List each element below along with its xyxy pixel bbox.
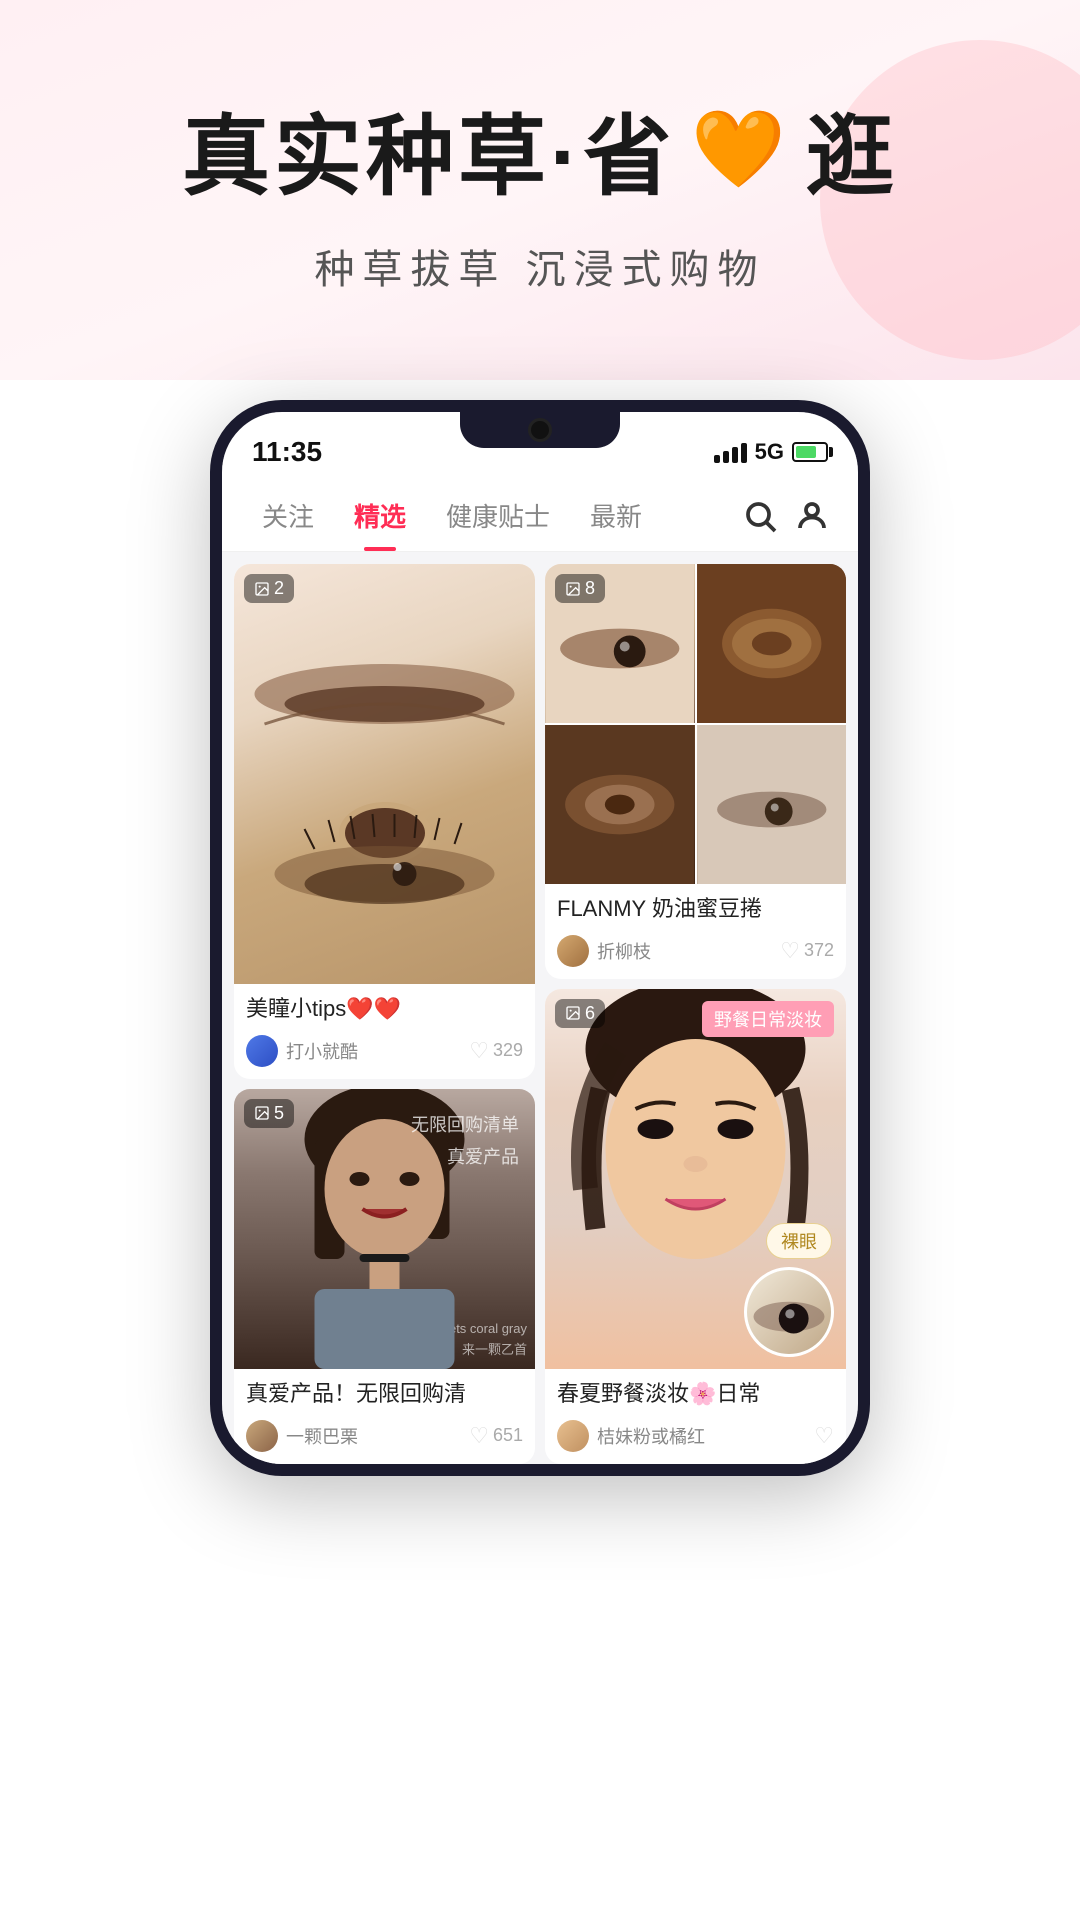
eye-preview-svg bbox=[747, 1270, 831, 1354]
hero-title-text2: 逛 bbox=[806, 86, 898, 213]
image-icon bbox=[254, 581, 270, 597]
image-count-flanmy: 8 bbox=[555, 574, 605, 603]
username-flanmy: 折柳枝 bbox=[597, 938, 772, 964]
image-text-overlay: 无限回购清单 真爱产品 bbox=[411, 1109, 519, 1174]
signal-bar-3 bbox=[732, 447, 738, 463]
card-eye-tips-footer: 打小就酷 ♡ 329 bbox=[246, 1035, 523, 1067]
network-label: 5G bbox=[755, 439, 784, 465]
likes-eye-tips: ♡ 329 bbox=[469, 1038, 523, 1064]
image-icon-2 bbox=[254, 1105, 270, 1121]
naked-eye-tag: 裸眼 bbox=[766, 1223, 832, 1259]
card-eye-tips-info: 美瞳小tips❤️❤️ 打小就酷 ♡ 329 bbox=[234, 984, 535, 1079]
signal-bar-2 bbox=[723, 451, 729, 463]
hero-heart-emoji: 🧡 bbox=[691, 104, 790, 194]
card-spring-makeup[interactable]: 野餐日常淡妆 裸眼 bbox=[545, 989, 846, 1464]
card-eye-tips-image: 2 bbox=[234, 564, 535, 984]
right-column: 8 FLANMY 奶油蜜豆捲 折柳枝 ♡ 372 bbox=[545, 564, 846, 1464]
profile-button[interactable] bbox=[786, 490, 838, 542]
phone-status-bar: 11:35 5G bbox=[222, 412, 858, 480]
heart-icon-2: ♡ bbox=[780, 938, 800, 964]
eye-circle-preview bbox=[744, 1267, 834, 1357]
battery-fill bbox=[796, 446, 816, 458]
card-flanmy-title: FLANMY 奶油蜜豆捲 bbox=[557, 894, 834, 925]
heart-icon-4: ♡ bbox=[814, 1423, 834, 1449]
grid-cell-eye2 bbox=[697, 725, 847, 884]
hero-subtitle: 种草拔草 沉浸式购物 bbox=[314, 237, 765, 295]
card-flanmy-image: 8 bbox=[545, 564, 846, 884]
phone-mockup: 11:35 5G 关注 精选 bbox=[210, 400, 870, 1476]
image-count-badge: 2 bbox=[244, 574, 294, 603]
grid-roll-svg1 bbox=[697, 564, 847, 723]
card-repurchase-image: slexi secrets coral gray 来一颗乙首 5 bbox=[234, 1089, 535, 1369]
grid-cell-roll2 bbox=[545, 725, 695, 884]
eye-image bbox=[234, 564, 535, 984]
avatar-dakuaijuko bbox=[246, 1035, 278, 1067]
avatar-spring bbox=[557, 1420, 589, 1452]
card-repurchase-footer: 一颗巴栗 ♡ 651 bbox=[246, 1420, 523, 1452]
signal-bar-4 bbox=[741, 443, 747, 463]
phone-time: 11:35 bbox=[252, 436, 322, 468]
phone-notch bbox=[460, 412, 620, 448]
heart-icon-3: ♡ bbox=[469, 1423, 489, 1449]
likes-spring: ♡ bbox=[814, 1423, 834, 1449]
grid-roll-svg2 bbox=[545, 725, 695, 884]
card-repurchase-title: 真爱产品！无限回购清 bbox=[246, 1379, 523, 1410]
image-icon-3 bbox=[565, 581, 581, 597]
grid-cell-roll1 bbox=[697, 564, 847, 723]
phone-status-icons: 5G bbox=[714, 439, 828, 465]
signal-bar-1 bbox=[714, 455, 720, 463]
likes-repurchase: ♡ 651 bbox=[469, 1423, 523, 1449]
card-eye-tips-title: 美瞳小tips❤️❤️ bbox=[246, 994, 523, 1025]
card-spring-footer: 桔妹粉或橘红 ♡ bbox=[557, 1420, 834, 1452]
camera-lens bbox=[528, 418, 552, 442]
card-spring-image: 野餐日常淡妆 裸眼 bbox=[545, 989, 846, 1369]
search-icon bbox=[742, 498, 778, 534]
content-grid: 2 美瞳小tips❤️❤️ 打小就酷 ♡ 329 bbox=[222, 552, 858, 1464]
likes-flanmy: ♡ 372 bbox=[780, 938, 834, 964]
card-eye-tips[interactable]: 2 美瞳小tips❤️❤️ 打小就酷 ♡ 329 bbox=[234, 564, 535, 1079]
nav-tabs: 关注 精选 健康贴士 最新 bbox=[222, 480, 858, 552]
username-repurchase: 一颗巴栗 bbox=[286, 1423, 461, 1449]
search-button[interactable] bbox=[734, 490, 786, 542]
left-column: 2 美瞳小tips❤️❤️ 打小就酷 ♡ 329 bbox=[234, 564, 535, 1464]
wild-picnic-tag: 野餐日常淡妆 bbox=[702, 1001, 834, 1037]
hero-section: 真实种草·省 🧡 逛 种草拔草 沉浸式购物 bbox=[0, 0, 1080, 380]
image-count-repurchase: 5 bbox=[244, 1099, 294, 1128]
heart-icon: ♡ bbox=[469, 1038, 489, 1064]
signal-icon bbox=[714, 441, 747, 463]
card-flanmy-info: FLANMY 奶油蜜豆捲 折柳枝 ♡ 372 bbox=[545, 884, 846, 979]
card-spring-info: 春夏野餐淡妆🌸日常 桔妹粉或橘红 ♡ bbox=[545, 1369, 846, 1464]
tab-follow[interactable]: 关注 bbox=[242, 480, 334, 551]
phone-wrapper: 11:35 5G 关注 精选 bbox=[0, 380, 1080, 1476]
tab-featured[interactable]: 精选 bbox=[334, 480, 426, 551]
avatar-flanmy bbox=[557, 935, 589, 967]
image-grid-flanmy bbox=[545, 564, 846, 884]
card-flanmy[interactable]: 8 FLANMY 奶油蜜豆捲 折柳枝 ♡ 372 bbox=[545, 564, 846, 979]
hero-title-text1: 真实种草·省 bbox=[182, 86, 675, 213]
card-flanmy-footer: 折柳枝 ♡ 372 bbox=[557, 935, 834, 967]
eye-illustration bbox=[234, 564, 535, 984]
image-icon-4 bbox=[565, 1005, 581, 1021]
card-repurchase[interactable]: slexi secrets coral gray 来一颗乙首 5 bbox=[234, 1089, 535, 1464]
username-dakuaijuko: 打小就酷 bbox=[286, 1038, 461, 1064]
avatar-repurchase bbox=[246, 1420, 278, 1452]
card-repurchase-info: 真爱产品！无限回购清 一颗巴栗 ♡ 651 bbox=[234, 1369, 535, 1464]
user-icon bbox=[794, 498, 830, 534]
tab-latest[interactable]: 最新 bbox=[570, 480, 662, 551]
tab-health[interactable]: 健康贴士 bbox=[426, 480, 570, 551]
grid-eye-svg2 bbox=[697, 725, 847, 884]
username-spring: 桔妹粉或橘红 bbox=[597, 1423, 806, 1449]
image-count-spring: 6 bbox=[555, 999, 605, 1028]
battery-icon bbox=[792, 442, 828, 462]
hero-title: 真实种草·省 🧡 逛 bbox=[182, 86, 898, 213]
face-image-2: 野餐日常淡妆 裸眼 bbox=[545, 989, 846, 1369]
card-spring-title: 春夏野餐淡妆🌸日常 bbox=[557, 1379, 834, 1410]
